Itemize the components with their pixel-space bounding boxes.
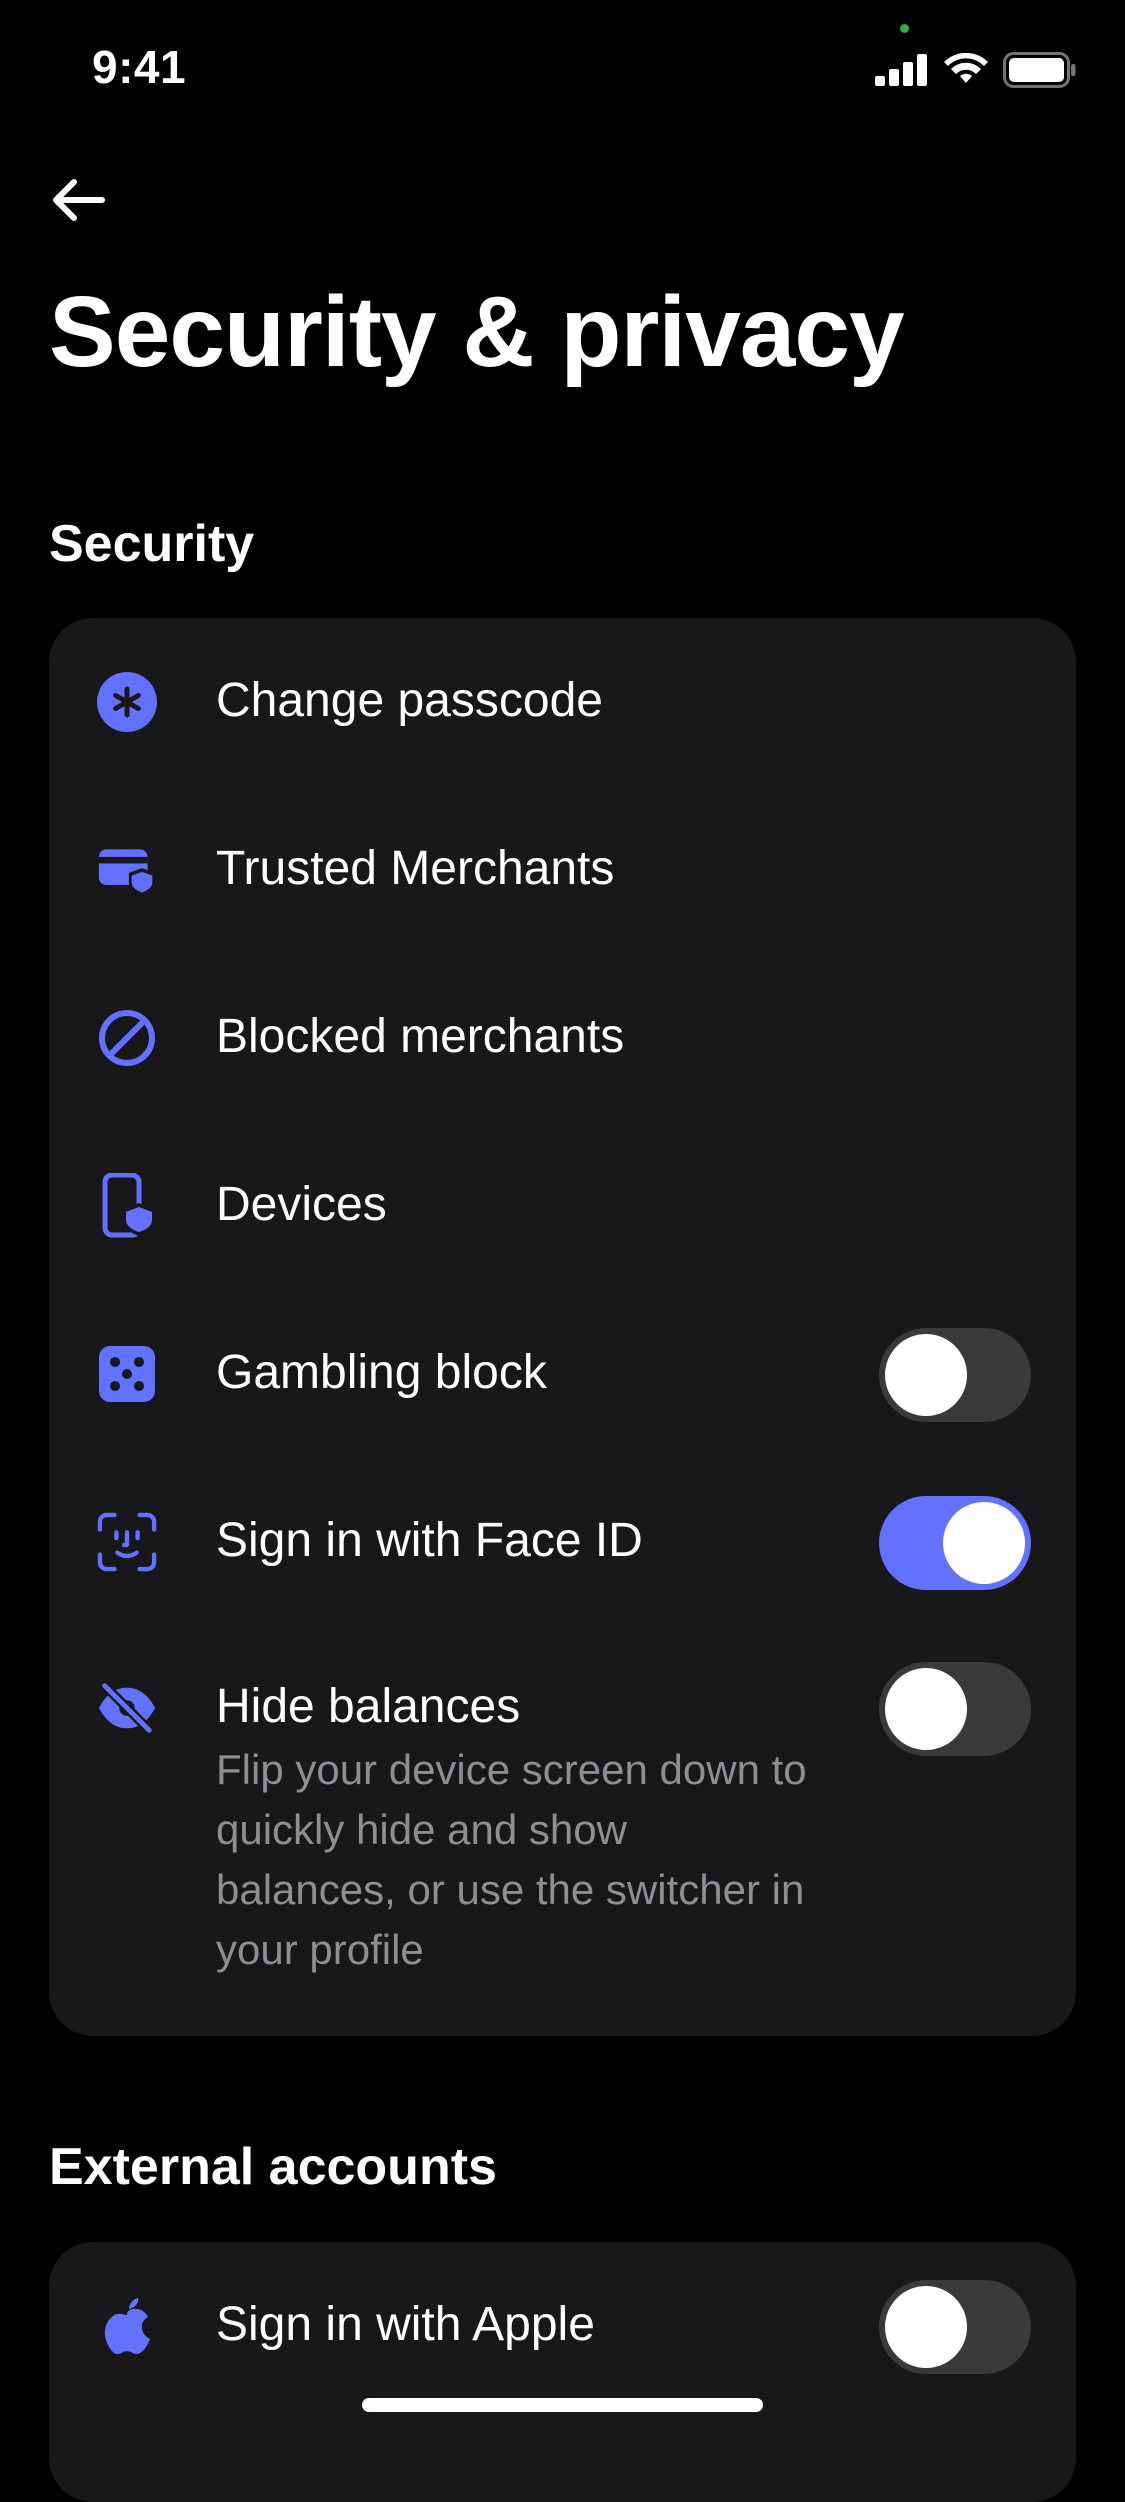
status-time: 9:41 [92,41,187,93]
security-item-devices[interactable]: Devices [49,1122,1076,1290]
sign-in-with-apple-toggle[interactable] [879,2280,1031,2374]
row-label: Blocked merchants [216,1010,625,1063]
section-title-security: Security [49,515,255,573]
security-item-hide-balances[interactable]: Hide balances Flip your device screen do… [49,1624,1076,2036]
row-label: Gambling block [216,1346,547,1399]
row-label: Sign in with Apple [216,2298,595,2351]
block-icon [97,1008,157,1068]
gambling-block-toggle[interactable] [879,1328,1031,1422]
security-item-gambling-block[interactable]: Gambling block [49,1290,1076,1458]
battery-icon [1003,52,1076,88]
signal-icon [875,54,927,86]
security-card: Change passcode Trusted Merchants Blocke… [49,618,1076,2036]
hide-balances-description: Flip your device screen down to quickly … [216,1746,807,1973]
row-label: Sign in with Face ID [216,1514,643,1567]
eye-slash-icon [97,1678,157,1738]
security-item-face-id[interactable]: Sign in with Face ID [49,1458,1076,1626]
home-indicator [362,2398,763,2412]
wifi-icon [944,53,988,83]
back-button[interactable] [42,164,114,236]
toggle-knob [885,1334,967,1416]
apple-icon [97,2296,157,2356]
face-id-toggle[interactable] [879,1496,1031,1590]
section-title-external-accounts: External accounts [49,2138,497,2196]
card-shield-icon [97,840,157,900]
face-id-icon [97,1512,157,1572]
status-icons [875,50,1077,90]
hide-balances-toggle[interactable] [879,1662,1031,1756]
external-item-sign-in-with-apple[interactable]: Sign in with Apple [49,2242,1076,2410]
status-bar: 9:41 [0,0,1125,140]
toggle-knob [885,1668,967,1750]
row-label: Devices [216,1178,387,1231]
security-item-blocked-merchants[interactable]: Blocked merchants [49,954,1076,1122]
page-title: Security & privacy [49,276,905,388]
toggle-knob [885,2286,967,2368]
security-item-trusted-merchants[interactable]: Trusted Merchants [49,786,1076,954]
external-accounts-card: Sign in with Apple [49,2242,1076,2502]
row-label: Hide balances [216,1680,521,1733]
camera-indicator-dot [900,24,909,33]
dice-icon [97,1344,157,1404]
arrow-left-icon [53,179,105,221]
security-item-change-passcode[interactable]: Change passcode [49,618,1076,786]
toggle-knob [943,1502,1025,1584]
row-label: Change passcode [216,674,603,727]
row-label: Trusted Merchants [216,842,615,895]
asterisk-icon [97,672,157,732]
phone-shield-icon [97,1173,157,1238]
